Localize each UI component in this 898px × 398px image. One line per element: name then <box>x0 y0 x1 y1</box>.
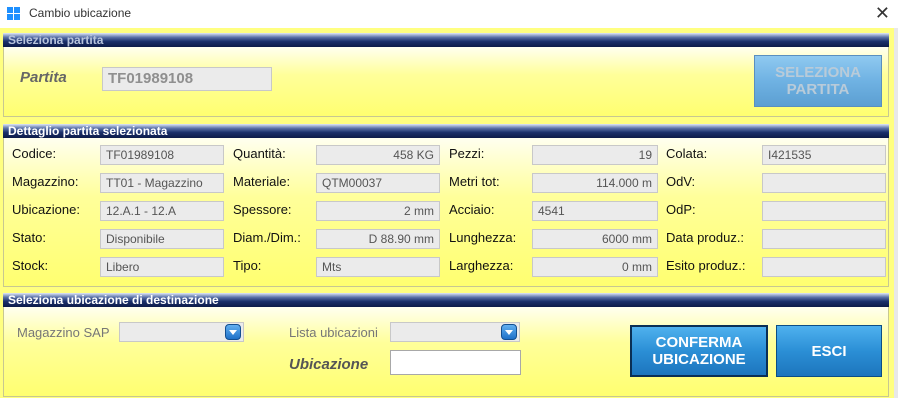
diam-dim-field: D 88.90 mm <box>316 229 440 249</box>
diam-dim-label: Diam./Dim.: <box>233 230 301 245</box>
pezzi-label: Pezzi: <box>449 146 485 161</box>
ubicazione-input[interactable] <box>390 350 521 375</box>
data-produzione-label: Data produz.: <box>666 230 745 245</box>
button-line: SELEZIONA <box>775 64 861 81</box>
data-produzione-field <box>762 229 886 249</box>
acciaio-label: Acciaio: <box>449 202 495 217</box>
spessore-field: 2 mm <box>316 201 440 221</box>
odv-field <box>762 173 886 193</box>
button-line: CONFERMA <box>655 334 743 351</box>
esito-produzione-label: Esito produz.: <box>666 258 746 273</box>
stock-label: Stock: <box>12 258 49 273</box>
quantita-label: Quantità: <box>233 146 286 161</box>
chevron-down-icon[interactable] <box>225 324 241 340</box>
button-line: UBICAZIONE <box>652 351 746 368</box>
ubicazione-field: 12.A.1 - 12.A <box>100 201 224 221</box>
title-bar: Cambio ubicazione ✕ <box>0 0 898 28</box>
detail-section: Dettaglio partita selezionata Codice: TF… <box>3 124 889 287</box>
select-partita-section: Seleziona partita Partita TF01989108 SEL… <box>3 33 889 117</box>
lista-ubicazioni-label: Lista ubicazioni <box>289 325 378 340</box>
acciaio-field: 4541 <box>532 201 658 221</box>
partita-label: Partita <box>20 69 67 86</box>
window-client-area: Seleziona partita Partita TF01989108 SEL… <box>0 28 898 398</box>
exit-button[interactable]: ESCI <box>776 325 882 377</box>
ubicazione-dest-label: Ubicazione <box>289 356 369 373</box>
odv-label: OdV: <box>666 174 696 189</box>
destination-section: Seleziona ubicazione di destinazione Mag… <box>3 293 889 397</box>
spessore-label: Spessore: <box>233 202 292 217</box>
confirm-location-button[interactable]: CONFERMA UBICAZIONE <box>630 325 768 377</box>
tipo-field: Mts <box>316 257 440 277</box>
magazzino-sap-dropdown[interactable] <box>119 322 244 342</box>
magazzino-label: Magazzino: <box>12 174 79 189</box>
windows-logo-icon <box>7 7 21 21</box>
odp-field <box>762 201 886 221</box>
pezzi-field: 19 <box>532 145 658 165</box>
close-icon[interactable]: ✕ <box>875 3 890 23</box>
colata-label: Colata: <box>666 146 708 161</box>
materiale-field: QTM00037 <box>316 173 440 193</box>
larghezza-label: Larghezza: <box>449 258 514 273</box>
section-header: Seleziona partita <box>3 33 889 47</box>
chevron-down-icon[interactable] <box>501 324 517 340</box>
ubicazione-label: Ubicazione: <box>12 202 80 217</box>
stock-field: Libero <box>100 257 224 277</box>
metri-tot-label: Metri tot: <box>449 174 500 189</box>
lunghezza-label: Lunghezza: <box>449 230 517 245</box>
section-header: Seleziona ubicazione di destinazione <box>3 293 889 307</box>
stato-label: Stato: <box>12 230 46 245</box>
codice-field: TF01989108 <box>100 145 224 165</box>
esito-produzione-field <box>762 257 886 277</box>
stato-field: Disponibile <box>100 229 224 249</box>
colata-field: I421535 <box>762 145 886 165</box>
odp-label: OdP: <box>666 202 696 217</box>
materiale-label: Materiale: <box>233 174 291 189</box>
partita-field: TF01989108 <box>102 67 272 91</box>
button-line: PARTITA <box>786 81 850 98</box>
quantita-field: 458 KG <box>316 145 440 165</box>
lunghezza-field: 6000 mm <box>532 229 658 249</box>
larghezza-field: 0 mm <box>532 257 658 277</box>
select-partita-button: SELEZIONA PARTITA <box>754 55 882 107</box>
metri-tot-field: 114.000 m <box>532 173 658 193</box>
magazzino-sap-label: Magazzino SAP <box>17 325 110 340</box>
window-title: Cambio ubicazione <box>29 6 132 20</box>
lista-ubicazioni-dropdown[interactable] <box>390 322 520 342</box>
section-header: Dettaglio partita selezionata <box>3 124 889 138</box>
tipo-label: Tipo: <box>233 258 262 273</box>
magazzino-field: TT01 - Magazzino <box>100 173 224 193</box>
codice-label: Codice: <box>12 146 57 161</box>
